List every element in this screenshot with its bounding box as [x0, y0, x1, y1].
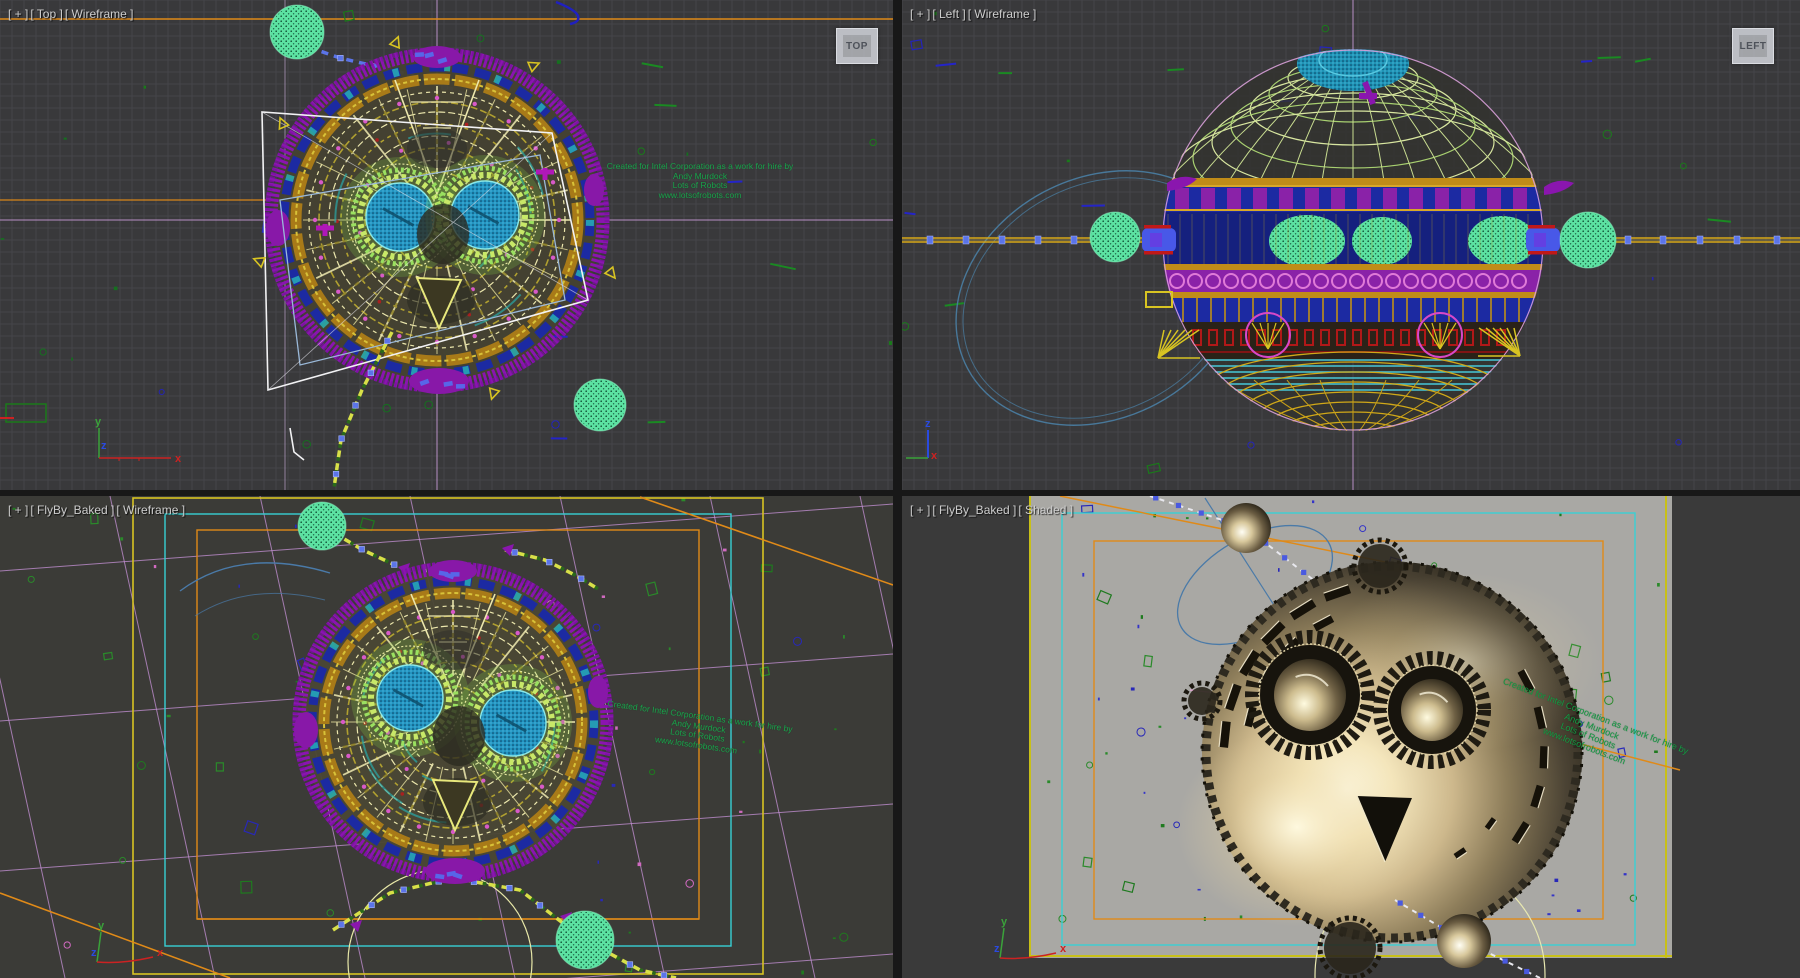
- svg-text:x: x: [1060, 943, 1067, 955]
- viewport-label: [ + ][ Top ][ Wireframe ]: [8, 7, 135, 21]
- svg-text:x: x: [157, 947, 164, 959]
- viewport-shading-label[interactable]: [ Wireframe ]: [968, 7, 1037, 21]
- viewport-menu-icon[interactable]: [ + ]: [910, 7, 930, 21]
- svg-text:z: z: [925, 418, 931, 430]
- viewport-label: [ + ][ Left ][ Wireframe ]: [910, 7, 1038, 21]
- viewport-grid: yxz [ + ][ Top ][ Wireframe ] TOP Create…: [0, 0, 1800, 978]
- viewport-label: [ + ][ FlyBy_Baked ][ Wireframe ]: [8, 503, 187, 517]
- top-view-scene: y x z: [0, 0, 893, 490]
- viewport-flyby-wireframe[interactable]: yxz [ + ][ FlyBy_Baked ][ Wireframe ] Cr…: [0, 496, 893, 978]
- viewcube-top[interactable]: TOP: [836, 28, 878, 64]
- viewport-menu-icon[interactable]: [ + ]: [910, 503, 930, 517]
- watermark-line: www.lotsofrobots.com: [600, 191, 800, 201]
- svg-text:y: y: [95, 416, 102, 428]
- viewport-menu-icon[interactable]: [ + ]: [8, 7, 28, 21]
- left-view-scene: zyx: [902, 0, 1800, 490]
- viewport-shading-label[interactable]: [ Wireframe ]: [65, 7, 134, 21]
- svg-text:y: y: [1001, 916, 1008, 928]
- viewcube-left[interactable]: LEFT: [1732, 28, 1774, 64]
- viewport-shading-label[interactable]: [ Shaded ]: [1018, 503, 1073, 517]
- svg-text:z: z: [101, 440, 107, 452]
- viewport-pov-label[interactable]: [ Top ]: [30, 7, 62, 21]
- viewport-splitter-horizontal[interactable]: [0, 490, 1800, 496]
- svg-text:z: z: [91, 947, 97, 959]
- watermark-text: Created for Intel Corporation as a work …: [600, 162, 800, 200]
- viewport-flyby-shaded[interactable]: yxz [ + ][ FlyBy_Baked ][ Shaded ] Creat…: [902, 496, 1800, 978]
- viewport-menu-icon[interactable]: [ + ]: [8, 503, 28, 517]
- viewport-label: [ + ][ FlyBy_Baked ][ Shaded ]: [910, 503, 1075, 517]
- viewport-shading-label[interactable]: [ Wireframe ]: [116, 503, 185, 517]
- svg-text:x: x: [931, 450, 938, 462]
- svg-text:x: x: [175, 453, 182, 465]
- viewport-pov-label[interactable]: [ FlyBy_Baked ]: [932, 503, 1016, 517]
- viewport-top[interactable]: y x z [ + ][ Top ][ Wireframe ] TOP Create…: [0, 0, 893, 490]
- svg-text:y: y: [98, 920, 105, 932]
- viewport-left[interactable]: zyx [ + ][ Left ][ Wireframe ] LEFT: [902, 0, 1800, 490]
- svg-text:z: z: [994, 943, 1000, 955]
- viewport-splitter-vertical[interactable]: [893, 0, 902, 978]
- viewport-pov-label[interactable]: [ FlyBy_Baked ]: [30, 503, 114, 517]
- viewport-pov-label[interactable]: [ Left ]: [932, 7, 965, 21]
